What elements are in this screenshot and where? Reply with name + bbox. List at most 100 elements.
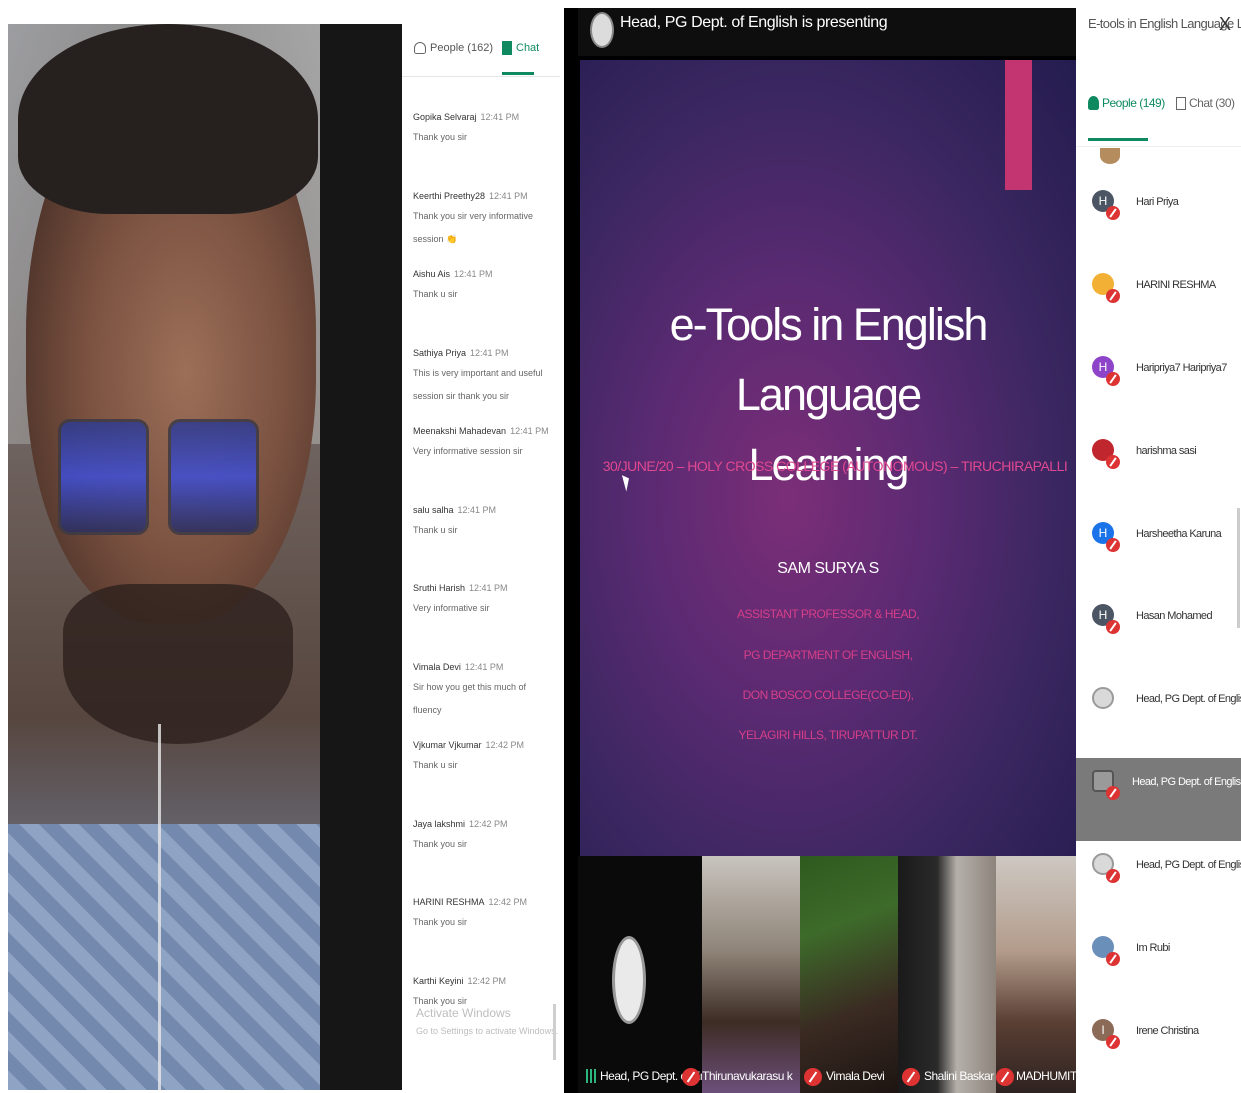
mic-off-icon	[1106, 786, 1120, 801]
message-text: Thank you sir	[413, 917, 468, 927]
slide-affiliation-line: ASSISTANT PROFESSOR & HEAD,	[736, 607, 920, 621]
participant-name: Head, PG Dept. of English (Pre...	[1132, 776, 1241, 789]
presenter-glasses	[58, 419, 259, 539]
tab-people[interactable]: People (162)	[414, 38, 493, 58]
participant-list[interactable]: H Hari Priya HARINI RESHMA H Haripriya7 …	[1076, 178, 1241, 1090]
chat-side-panel: People (162) Chat Gopika Selvaraj 12:41 P…	[402, 24, 560, 1090]
mic-off-icon	[804, 1068, 822, 1086]
chat-scrollbar[interactable]	[553, 1004, 556, 1060]
dark-margin	[320, 24, 402, 1090]
message-text: Thank u sir	[413, 289, 458, 299]
message-time: 12:42 PM	[467, 975, 507, 986]
tab-chat[interactable]: Chat	[502, 38, 539, 58]
participant-row[interactable]: Head, PG Dept. of English	[1076, 675, 1241, 758]
tab-chat-label: Chat	[516, 42, 540, 54]
message-time: 12:42 PM	[485, 740, 525, 750]
mic-off-icon	[902, 1068, 920, 1086]
chat-message: HARINI RESHMA 12:42 PM Thank you sir	[413, 897, 553, 976]
college-logo-icon	[612, 936, 646, 1024]
message-text: Thank u sir	[413, 760, 458, 770]
chat-message: Gopika Selvaraj 12:41 PM Thank you sir	[413, 112, 553, 191]
chat-message: Keerthi Preethy28 12:41 PM Thank you sir …	[413, 191, 553, 270]
video-feed	[996, 856, 1078, 1093]
participant-row[interactable]: H Hasan Mohamed	[1076, 592, 1241, 675]
message-sender: Gopika Selvaraj	[413, 112, 477, 122]
message-text: Very informative sir	[413, 603, 490, 613]
person-icon	[1088, 96, 1099, 110]
glasses-right-lens	[168, 419, 259, 535]
presenter-shirt	[8, 824, 320, 1090]
mic-off-icon	[1106, 288, 1120, 303]
tile-name: Thirunavukarasu k	[702, 1069, 793, 1083]
slide-author: SAM SURYA S	[777, 560, 879, 577]
presenting-banner: Head, PG Dept. of English is presenting	[578, 8, 1078, 56]
slide-title-line1: e-Tools in English Language	[669, 299, 989, 420]
participant-row[interactable]: I Irene Christina	[1076, 1007, 1241, 1090]
watermark-subtitle: Go to Settings to activate Windows.	[416, 1026, 559, 1036]
message-text: Thank you sir very informative session 👏	[413, 210, 534, 244]
participant-tiles: Head, PG Dept. of Eng... Thirunavukarasu…	[578, 856, 1078, 1093]
participant-row[interactable]: Im Rubi	[1076, 924, 1241, 1007]
chat-message: Meenakshi Mahadevan 12:41 PM Very informa…	[413, 426, 553, 505]
tab-people[interactable]: People (149)	[1088, 96, 1165, 110]
avatar	[1100, 148, 1120, 164]
presenter-webcam-feed	[8, 24, 320, 1090]
college-logo-icon	[590, 12, 614, 48]
tab-people-label: People (162)	[430, 42, 493, 54]
watermark-title: Activate Windows	[416, 1006, 511, 1020]
mic-off-icon	[1106, 537, 1120, 552]
participant-row[interactable]: Head, PG Dept. of English	[1076, 841, 1241, 924]
message-text: Thank u sir	[413, 524, 458, 535]
message-sender: Vjkumar Vjkumar	[413, 740, 482, 750]
tab-chat[interactable]: Chat (30)	[1176, 96, 1235, 110]
message-sender: salu salha	[413, 504, 454, 515]
mic-off-icon	[1106, 454, 1120, 469]
presenter-hair	[18, 24, 318, 214]
participant-tile[interactable]: Thirunavukarasu k	[702, 856, 800, 1093]
participant-tile[interactable]: Vimala Devi	[800, 856, 898, 1093]
person-icon	[414, 42, 426, 54]
active-tab-indicator	[502, 72, 534, 75]
tile-name: Shalini Baskar	[924, 1069, 994, 1083]
participant-name: Head, PG Dept. of English	[1136, 693, 1241, 706]
participant-row[interactable]: H Haripriya7 Haripriya7	[1076, 344, 1241, 427]
chat-message-list[interactable]: Gopika Selvaraj 12:41 PM Thank you sir Ke…	[413, 112, 553, 1054]
chat-message: salu salha 12:41 PM Thank u sir	[413, 505, 553, 584]
participant-name: HARINI RESHMA	[1136, 278, 1216, 291]
message-time: 12:41 PM	[480, 112, 520, 122]
participant-row[interactable]: HARINI RESHMA	[1076, 261, 1241, 344]
participant-tile[interactable]: MADHUMITHA G	[996, 856, 1078, 1093]
close-icon[interactable]: X	[1219, 14, 1231, 35]
left-screenshot: People (162) Chat Gopika Selvaraj 12:41 P…	[0, 0, 560, 1093]
message-time: 12:41 PM	[464, 661, 504, 672]
chat-message: Sruthi Harish 12:41 PM Very informative s…	[413, 583, 553, 662]
participant-row[interactable]: H Hari Priya	[1076, 178, 1241, 261]
participant-name: Head, PG Dept. of English	[1136, 859, 1241, 872]
message-time: 12:41 PM	[457, 504, 497, 515]
people-panel-tabs: People (149) Chat (30)	[1076, 88, 1241, 147]
participant-list-scrollbar[interactable]	[1237, 508, 1240, 628]
participant-name: Irene Christina	[1136, 1024, 1199, 1037]
participant-row[interactable]: harishma sasi	[1076, 427, 1241, 510]
message-text: Thank you sir	[413, 838, 468, 849]
mic-off-icon	[1106, 206, 1120, 220]
message-text: This is very important and useful sessio…	[413, 367, 543, 401]
chat-panel-tabs: People (162) Chat	[402, 24, 560, 77]
participant-row[interactable]: H Harsheetha Karuna	[1076, 510, 1241, 593]
slide-subtitle: 30/JUNE/20 – HOLY CROSS COLLEGE (AUTONOM…	[602, 458, 1068, 474]
chat-message: Aishu Ais 12:41 PM Thank u sir	[413, 269, 553, 348]
participant-row-presenting[interactable]: Head, PG Dept. of English (Pre...	[1076, 758, 1241, 842]
message-sender: Sruthi Harish	[413, 583, 466, 593]
chat-message: Vimala Devi 12:41 PM Sir how you get this…	[413, 662, 553, 741]
message-text: Thank you sir	[413, 132, 468, 142]
presenter-beard	[63, 584, 293, 744]
audio-active-icon	[586, 1069, 596, 1083]
message-time: 12:42 PM	[488, 897, 528, 907]
video-feed	[702, 856, 800, 1093]
message-sender: Karthi Keyini	[413, 975, 464, 986]
participant-tile[interactable]: Shalini Baskar	[898, 856, 996, 1093]
mic-off-icon	[1106, 371, 1120, 386]
presentation-slide: e-Tools in English Language Learning 30/…	[580, 60, 1076, 856]
participant-tile[interactable]: Head, PG Dept. of Eng...	[578, 856, 702, 1093]
chat-icon	[502, 41, 512, 55]
